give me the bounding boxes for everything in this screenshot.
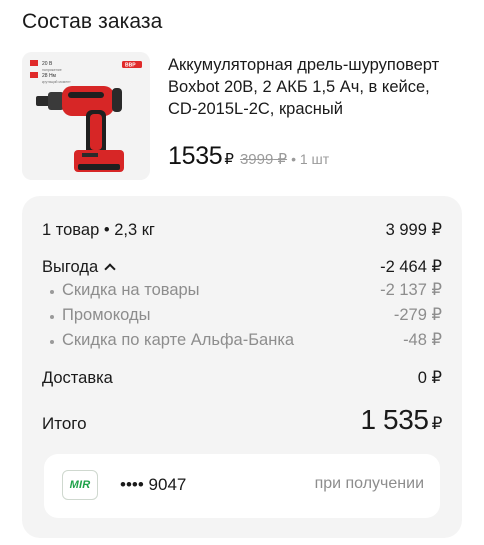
- bullet-icon: [50, 289, 54, 294]
- price-current-currency: ₽: [224, 151, 234, 168]
- discount-label-text: Скидка по карте Альфа-Банка: [62, 331, 295, 349]
- delivery-label: Доставка: [42, 369, 113, 387]
- image-brand-logo: BBP: [125, 63, 136, 69]
- discount-row: Скидка на товары -2 137 ₽: [42, 280, 442, 300]
- total-currency: ₽: [431, 414, 443, 433]
- product-quantity: • 1 шт: [291, 151, 330, 167]
- benefit-toggle[interactable]: Выгода: [42, 258, 116, 277]
- price-current: 1535: [168, 142, 223, 170]
- delivery-value: 0 ₽: [417, 369, 442, 387]
- image-badge-text: 20 В: [42, 61, 53, 67]
- price-old-value: 3999: [239, 151, 274, 168]
- payment-timing: при получении: [314, 475, 424, 492]
- total-amount: 1 535: [360, 404, 429, 435]
- order-summary: 1 товар • 2,3 кг 3 999 ₽ Выгода -2 464 ₽…: [22, 196, 462, 538]
- card-number: •••• 9047: [120, 475, 187, 494]
- discount-row: Промокоды -279 ₽: [42, 305, 442, 325]
- card-brand-label: MIR: [69, 479, 91, 491]
- total-label: Итого: [42, 414, 87, 433]
- product-prices: 1535 ₽ 3999 ₽ • 1 шт: [168, 142, 329, 171]
- payment-method[interactable]: MIR •••• 9047 при получении: [44, 454, 440, 518]
- chevron-up-icon[interactable]: [104, 263, 116, 275]
- discount-value: -2 137 ₽: [380, 281, 442, 299]
- bullet-icon: [50, 339, 54, 344]
- discount-label: Скидка по карте Альфа-Банка: [42, 331, 294, 350]
- benefit-label: Выгода: [42, 258, 99, 276]
- items-row: 1 товар • 2,3 кг 3 999 ₽: [42, 220, 442, 240]
- items-label: 1 товар • 2,3 кг: [42, 221, 155, 239]
- product-image[interactable]: 20 В напряжение 28 Нм крутящий момент BB…: [22, 52, 150, 180]
- drill-image: 20 В напряжение 28 Нм крутящий момент BB…: [22, 52, 150, 180]
- benefit-row[interactable]: Выгода -2 464 ₽: [42, 257, 442, 277]
- total-value: 1 535 ₽: [361, 404, 443, 436]
- discount-row: Скидка по карте Альфа-Банка -48 ₽: [42, 330, 442, 350]
- discount-value: -48 ₽: [403, 331, 442, 349]
- discount-value: -279 ₽: [393, 306, 442, 324]
- image-badge2-text: 28 Нм: [42, 73, 57, 79]
- order-item[interactable]: 20 В напряжение 28 Нм крутящий момент BB…: [22, 52, 462, 184]
- discount-label-text: Промокоды: [62, 306, 151, 324]
- mir-card-icon: MIR: [62, 470, 98, 500]
- image-badge2-sub: крутящий момент: [42, 80, 71, 84]
- page-title: Состав заказа: [22, 10, 163, 33]
- discount-label: Скидка на товары: [42, 281, 200, 300]
- product-name[interactable]: Аккумуляторная дрель-шуруповерт Boxbot 2…: [168, 54, 458, 120]
- discount-label-text: Скидка на товары: [62, 281, 200, 299]
- delivery-row: Доставка 0 ₽: [42, 368, 442, 388]
- price-old: 3999 ₽: [240, 150, 287, 168]
- total-row: Итого 1 535 ₽: [42, 404, 442, 436]
- items-value: 3 999 ₽: [385, 221, 442, 239]
- benefit-value: -2 464 ₽: [380, 258, 442, 276]
- price-old-currency: ₽: [277, 151, 288, 168]
- discount-label: Промокоды: [42, 306, 150, 325]
- image-badge-sub: напряжение: [42, 68, 62, 72]
- bullet-icon: [50, 314, 54, 319]
